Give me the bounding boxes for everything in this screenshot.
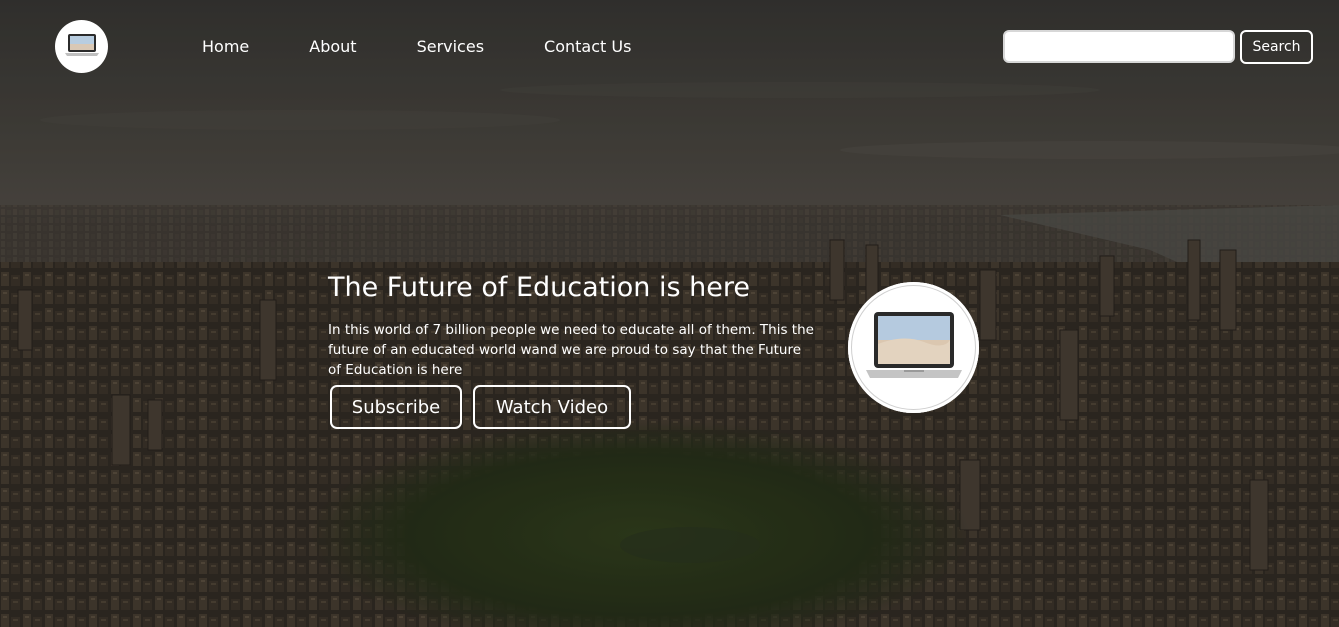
search-button[interactable]: Search (1240, 30, 1313, 64)
watch-video-button[interactable]: Watch Video (473, 385, 631, 429)
subscribe-button[interactable]: Subscribe (330, 385, 462, 429)
landing-page: Home About Services Contact Us Search Th… (0, 0, 1339, 627)
nav-link-contact-us[interactable]: Contact Us (544, 37, 631, 56)
laptop-icon (864, 310, 964, 386)
hero-description: In this world of 7 billion people we nee… (328, 322, 814, 378)
hero-image (848, 282, 979, 413)
nav-link-about[interactable]: About (309, 37, 356, 56)
search-input[interactable] (1003, 30, 1235, 63)
nav-link-services[interactable]: Services (417, 37, 484, 56)
nav-link-home[interactable]: Home (202, 37, 249, 56)
navbar: Home About Services Contact Us Search (0, 0, 1339, 95)
nav-links: Home About Services Contact Us (202, 37, 691, 56)
laptop-icon (64, 33, 100, 61)
logo[interactable] (55, 20, 108, 73)
hero-title: The Future of Education is here (328, 272, 750, 303)
